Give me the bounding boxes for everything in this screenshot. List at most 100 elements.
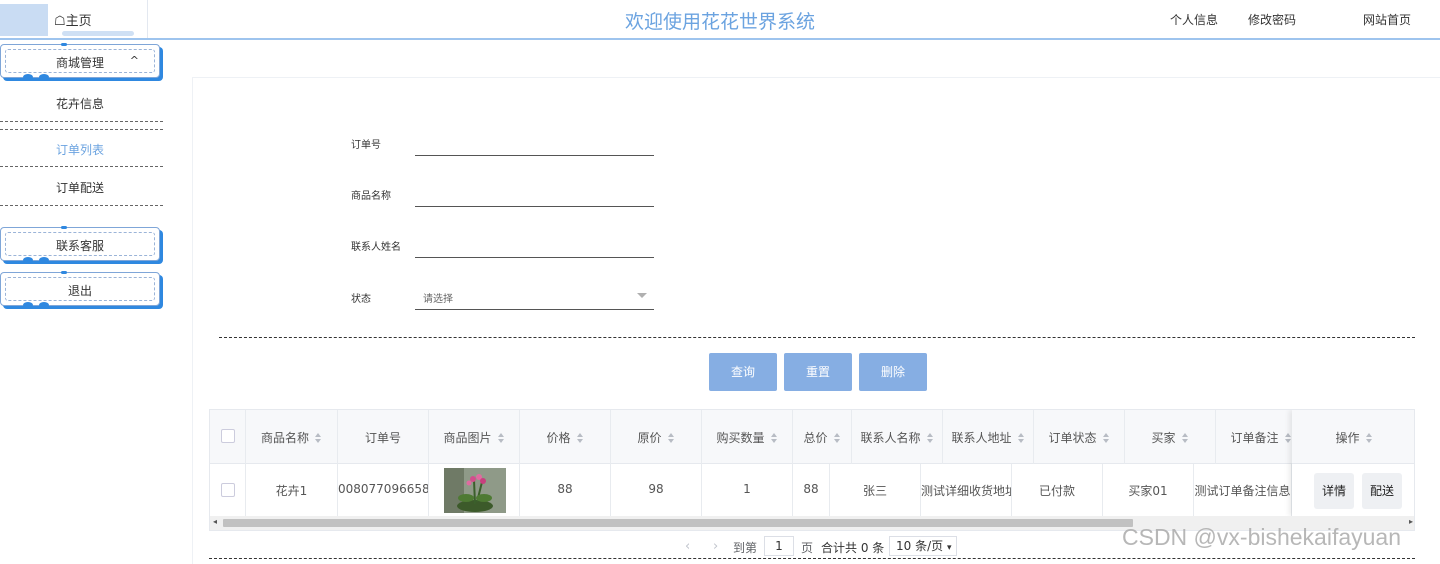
col-header-label: 商品图片 (443, 431, 492, 445)
sidebar-group-mall[interactable]: 商城管理 ^ (0, 43, 160, 80)
page-number-input[interactable]: 1 (764, 536, 794, 556)
order-no-input[interactable] (415, 155, 654, 156)
scrollbar-thumb[interactable] (223, 519, 1133, 527)
site-home-link[interactable]: 网站首页 (1363, 11, 1411, 28)
operation-column: 操作 详情 配送 (1292, 410, 1414, 516)
chevron-down-icon[interactable] (637, 293, 647, 298)
decor-dot (39, 257, 49, 263)
col-header-label: 联系人地址 (951, 431, 1012, 445)
status-select-underline (415, 309, 654, 310)
cell-total: 88 (793, 464, 830, 516)
product-name-label: 商品名称 (351, 191, 391, 202)
select-all-checkbox[interactable] (221, 429, 235, 443)
cell-price: 88 (520, 464, 611, 516)
col-header-label: 购买数量 (716, 431, 765, 445)
sidebar-item-flowers[interactable]: 花卉信息 (0, 84, 163, 122)
col-header[interactable]: 联系人名称 (852, 410, 943, 464)
cell-remark: 测试订单备注信息 (1194, 464, 1292, 516)
status-select[interactable]: 请选择 (423, 290, 453, 305)
row-checkbox[interactable] (221, 483, 235, 497)
cell-text: 买家01 (1128, 484, 1168, 498)
sort-icon[interactable] (926, 432, 934, 443)
status-label: 状态 (351, 294, 371, 305)
sort-icon[interactable] (315, 432, 322, 443)
page-size-value: 10 条/页 (896, 539, 944, 553)
col-header[interactable]: 购买数量 (702, 410, 793, 464)
detail-button[interactable]: 详情 (1314, 473, 1354, 509)
cell-text: 花卉1 (275, 484, 308, 498)
sort-icon[interactable] (1365, 432, 1373, 443)
cell-text: 1 (743, 482, 751, 496)
divider (209, 558, 1415, 559)
row-select-cell (210, 464, 246, 516)
col-header[interactable]: 价格 (520, 410, 611, 464)
decor-tick (61, 271, 67, 274)
select-all-cell (210, 410, 246, 464)
col-header-label: 操作 (1335, 431, 1360, 445)
sidebar-contact-label: 联系客服 (55, 239, 104, 253)
cell-contact-name: 张三 (830, 464, 921, 516)
chevron-up-icon: ^ (129, 54, 139, 67)
sidebar: 商城管理 ^ 花卉信息 订单列表 订单配送 联系客服 退出 (0, 40, 192, 564)
cell-product-image (429, 464, 520, 516)
sort-icon[interactable] (667, 432, 675, 443)
decor-tick (61, 226, 67, 229)
sidebar-logout[interactable]: 退出 (0, 271, 160, 308)
sidebar-item-delivery[interactable]: 订单配送 (0, 168, 163, 206)
total-count: 合计共 0 条 (821, 541, 885, 555)
sort-icon[interactable] (1102, 432, 1110, 443)
cell-buyer: 买家01 (1103, 464, 1194, 516)
col-header-label: 买家 (1151, 431, 1176, 445)
col-header[interactable]: 联系人地址 (943, 410, 1034, 464)
main-panel: 订单号 商品名称 联系人姓名 状态 请选择 查询 重置 删除 商品名称 订单号 … (192, 77, 1440, 564)
product-thumbnail[interactable] (444, 468, 506, 513)
scroll-left-icon[interactable]: ◂ (213, 517, 217, 526)
col-header[interactable]: 商品图片 (429, 410, 520, 464)
delete-button[interactable]: 删除 (859, 353, 927, 391)
sort-icon[interactable] (1181, 432, 1189, 443)
col-header[interactable]: 订单状态 (1034, 410, 1125, 464)
col-header[interactable]: 买家 (1125, 410, 1216, 464)
page-size-select[interactable]: 10 条/页 ▾ (889, 536, 957, 556)
query-button[interactable]: 查询 (709, 353, 777, 391)
sort-icon[interactable] (1284, 432, 1292, 443)
change-password-link[interactable]: 修改密码 (1248, 11, 1296, 28)
next-page-icon[interactable]: › (713, 539, 718, 554)
orders-table: 商品名称 订单号 商品图片 价格 原价 购买数量 总价 联系人名称 联系人地址 … (209, 409, 1415, 531)
cell-text: 98 (648, 482, 664, 496)
profile-link[interactable]: 个人信息 (1170, 11, 1218, 28)
cell-text: 00807709665800 (338, 482, 429, 496)
col-header-operation[interactable]: 操作 (1292, 410, 1414, 464)
decor-tick (61, 43, 67, 46)
col-header[interactable]: 总价 (793, 410, 852, 464)
sort-icon[interactable] (1017, 432, 1025, 443)
col-header[interactable]: 原价 (611, 410, 702, 464)
scroll-right-icon[interactable]: ▸ (1409, 517, 1413, 526)
top-bar: ☖主页 欢迎使用花花世界系统 个人信息 修改密码 网站首页 (0, 0, 1440, 40)
contact-name-label: 联系人姓名 (351, 242, 401, 253)
sort-icon[interactable] (770, 432, 778, 443)
cell-text: 测试订单备注信息 (1194, 484, 1291, 498)
decor-dot (23, 74, 33, 80)
chevron-down-icon: ▾ (946, 543, 952, 553)
col-header-label: 联系人名称 (860, 431, 921, 445)
decor-dot (39, 74, 49, 80)
col-header-label: 总价 (803, 431, 828, 445)
product-name-input[interactable] (415, 206, 654, 207)
sort-icon[interactable] (833, 432, 841, 443)
col-header-label: 原价 (637, 431, 662, 445)
col-header[interactable]: 订单号 (338, 410, 429, 464)
cell-quantity: 1 (702, 464, 793, 516)
cell-status: 已付款 (1012, 464, 1103, 516)
cell-contact-address: 测试详细收货地址 (921, 464, 1012, 516)
contact-name-input[interactable] (415, 257, 654, 258)
reset-button[interactable]: 重置 (784, 353, 852, 391)
sort-icon[interactable] (497, 432, 505, 443)
sidebar-item-orders[interactable]: 订单列表 (0, 129, 163, 167)
deliver-button[interactable]: 配送 (1362, 473, 1402, 509)
sidebar-contact-service[interactable]: 联系客服 (0, 226, 160, 263)
sort-icon[interactable] (576, 432, 584, 443)
prev-page-icon[interactable]: ‹ (685, 539, 690, 554)
col-header-label: 订单备注 (1230, 431, 1279, 445)
col-header[interactable]: 商品名称 (246, 410, 338, 464)
